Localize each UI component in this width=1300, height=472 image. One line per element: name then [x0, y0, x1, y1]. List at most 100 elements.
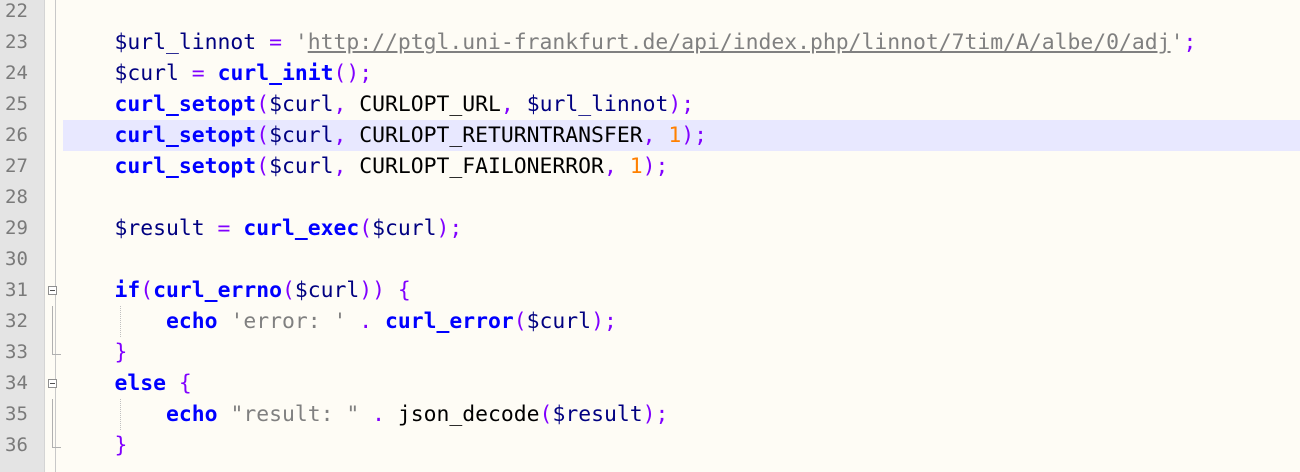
code-token: }	[114, 433, 128, 458]
line-number: 22	[5, 0, 28, 22]
fold-end-marker	[52, 430, 61, 448]
code-token: $url_linnot	[526, 92, 669, 117]
code-line[interactable]: 30	[0, 244, 1300, 275]
code-token: CURLOPT_RETURNTRANSFER	[359, 123, 643, 148]
code-text[interactable]: else {	[63, 368, 192, 399]
code-token: =	[178, 61, 218, 86]
code-token: ,	[500, 92, 527, 117]
code-token: ();	[333, 61, 373, 86]
code-token: '	[1170, 30, 1184, 55]
code-line[interactable]: 36 }	[0, 430, 1300, 461]
code-text[interactable]: $url_linnot = 'http://ptgl.uni-frankfurt…	[63, 27, 1197, 58]
code-token: );	[591, 309, 617, 334]
code-line[interactable]: 23 $url_linnot = 'http://ptgl.uni-frankf…	[0, 27, 1300, 58]
line-number: 28	[5, 186, 28, 208]
code-token: (	[256, 92, 270, 117]
code-line[interactable]: 22	[0, 0, 1300, 27]
code-text[interactable]: $curl = curl_init();	[63, 58, 373, 89]
code-token: );	[668, 92, 695, 117]
code-token: http://ptgl.uni-frankfurt.de/api/index.p…	[307, 30, 1171, 55]
code-token: $result	[552, 402, 643, 427]
code-token: (	[539, 402, 553, 427]
code-token: );	[436, 216, 463, 241]
code-token: (	[256, 154, 270, 179]
code-token: $result	[114, 216, 205, 241]
code-line[interactable]: 35 echo "result: " . json_decode($result…	[0, 399, 1300, 430]
line-number: 33	[5, 341, 28, 363]
code-line[interactable]: 28	[0, 182, 1300, 213]
code-token: ,	[333, 123, 360, 148]
code-token: "result: "	[230, 402, 360, 427]
code-token: (	[513, 309, 527, 334]
code-token: ,	[333, 92, 360, 117]
code-token: {	[166, 371, 192, 396]
code-text[interactable]: curl_setopt($curl, CURLOPT_URL, $url_lin…	[63, 89, 695, 120]
code-line[interactable]: 34 else {	[0, 368, 1300, 399]
code-token: ,	[603, 154, 630, 179]
code-token: CURLOPT_FAILONERROR	[359, 154, 604, 179]
code-token: $curl	[269, 154, 334, 179]
code-token: $curl	[269, 123, 334, 148]
code-token: curl_errno	[153, 278, 282, 303]
code-text[interactable]: }	[63, 337, 128, 368]
line-number: 30	[5, 248, 28, 270]
line-number: 23	[5, 31, 28, 53]
fold-collapse-icon[interactable]	[48, 286, 57, 295]
code-token: $curl	[526, 309, 592, 334]
code-token: if	[114, 278, 141, 303]
code-token: curl_error	[384, 309, 514, 334]
fold-end-marker	[52, 337, 61, 355]
code-text[interactable]: $result = curl_exec($curl);	[63, 213, 463, 244]
code-line[interactable]: 25 curl_setopt($curl, CURLOPT_URL, $url_…	[0, 89, 1300, 120]
code-line[interactable]: 33 }	[0, 337, 1300, 368]
code-line[interactable]: 29 $result = curl_exec($curl);	[0, 213, 1300, 244]
code-token: $url_linnot	[114, 30, 257, 55]
line-number: 24	[5, 62, 28, 84]
code-token: .	[346, 309, 385, 334]
fold-collapse-icon[interactable]	[48, 379, 57, 388]
code-text[interactable]: echo "result: " . json_decode($result);	[63, 399, 668, 430]
code-text[interactable]: echo 'error: ' . curl_error($curl);	[63, 306, 617, 337]
code-token: curl_setopt	[114, 154, 257, 179]
code-token: CURLOPT_URL	[359, 92, 501, 117]
code-token: curl_init	[217, 61, 334, 86]
code-token: echo	[166, 402, 218, 427]
code-token: );	[681, 123, 707, 148]
code-token: )) {	[359, 278, 411, 303]
code-text[interactable]: curl_setopt($curl, CURLOPT_RETURNTRANSFE…	[63, 120, 707, 151]
code-text[interactable]: if(curl_errno($curl)) {	[63, 275, 411, 306]
code-text[interactable]: curl_setopt($curl, CURLOPT_FAILONERROR, …	[63, 151, 669, 182]
line-number: 36	[5, 434, 28, 456]
code-token: =	[256, 30, 295, 55]
code-token: ,	[333, 154, 360, 179]
code-token: );	[642, 154, 669, 179]
code-text[interactable]: }	[63, 430, 128, 461]
code-token: curl_setopt	[114, 123, 257, 148]
code-token: 'error: '	[230, 309, 347, 334]
code-line[interactable]: 27 curl_setopt($curl, CURLOPT_FAILONERRO…	[0, 151, 1300, 182]
code-token: 1	[668, 123, 682, 148]
fold-range-line	[52, 399, 53, 430]
code-token: curl_exec	[243, 216, 360, 241]
code-line[interactable]: 31 if(curl_errno($curl)) {	[0, 275, 1300, 306]
code-token: (	[281, 278, 295, 303]
code-editor[interactable]: 22 23 $url_linnot = 'http://ptgl.uni-fran…	[0, 0, 1300, 472]
code-token: $curl	[372, 216, 437, 241]
code-line[interactable]: 26 curl_setopt($curl, CURLOPT_RETURNTRAN…	[0, 120, 1300, 151]
code-token: ;	[1183, 30, 1197, 55]
code-token: (	[140, 278, 154, 303]
code-token: }	[114, 340, 128, 365]
code-line[interactable]: 32 echo 'error: ' . curl_error($curl);	[0, 306, 1300, 337]
line-number: 26	[5, 124, 28, 146]
code-token: (	[256, 123, 270, 148]
code-line[interactable]: 24 $curl = curl_init();	[0, 58, 1300, 89]
